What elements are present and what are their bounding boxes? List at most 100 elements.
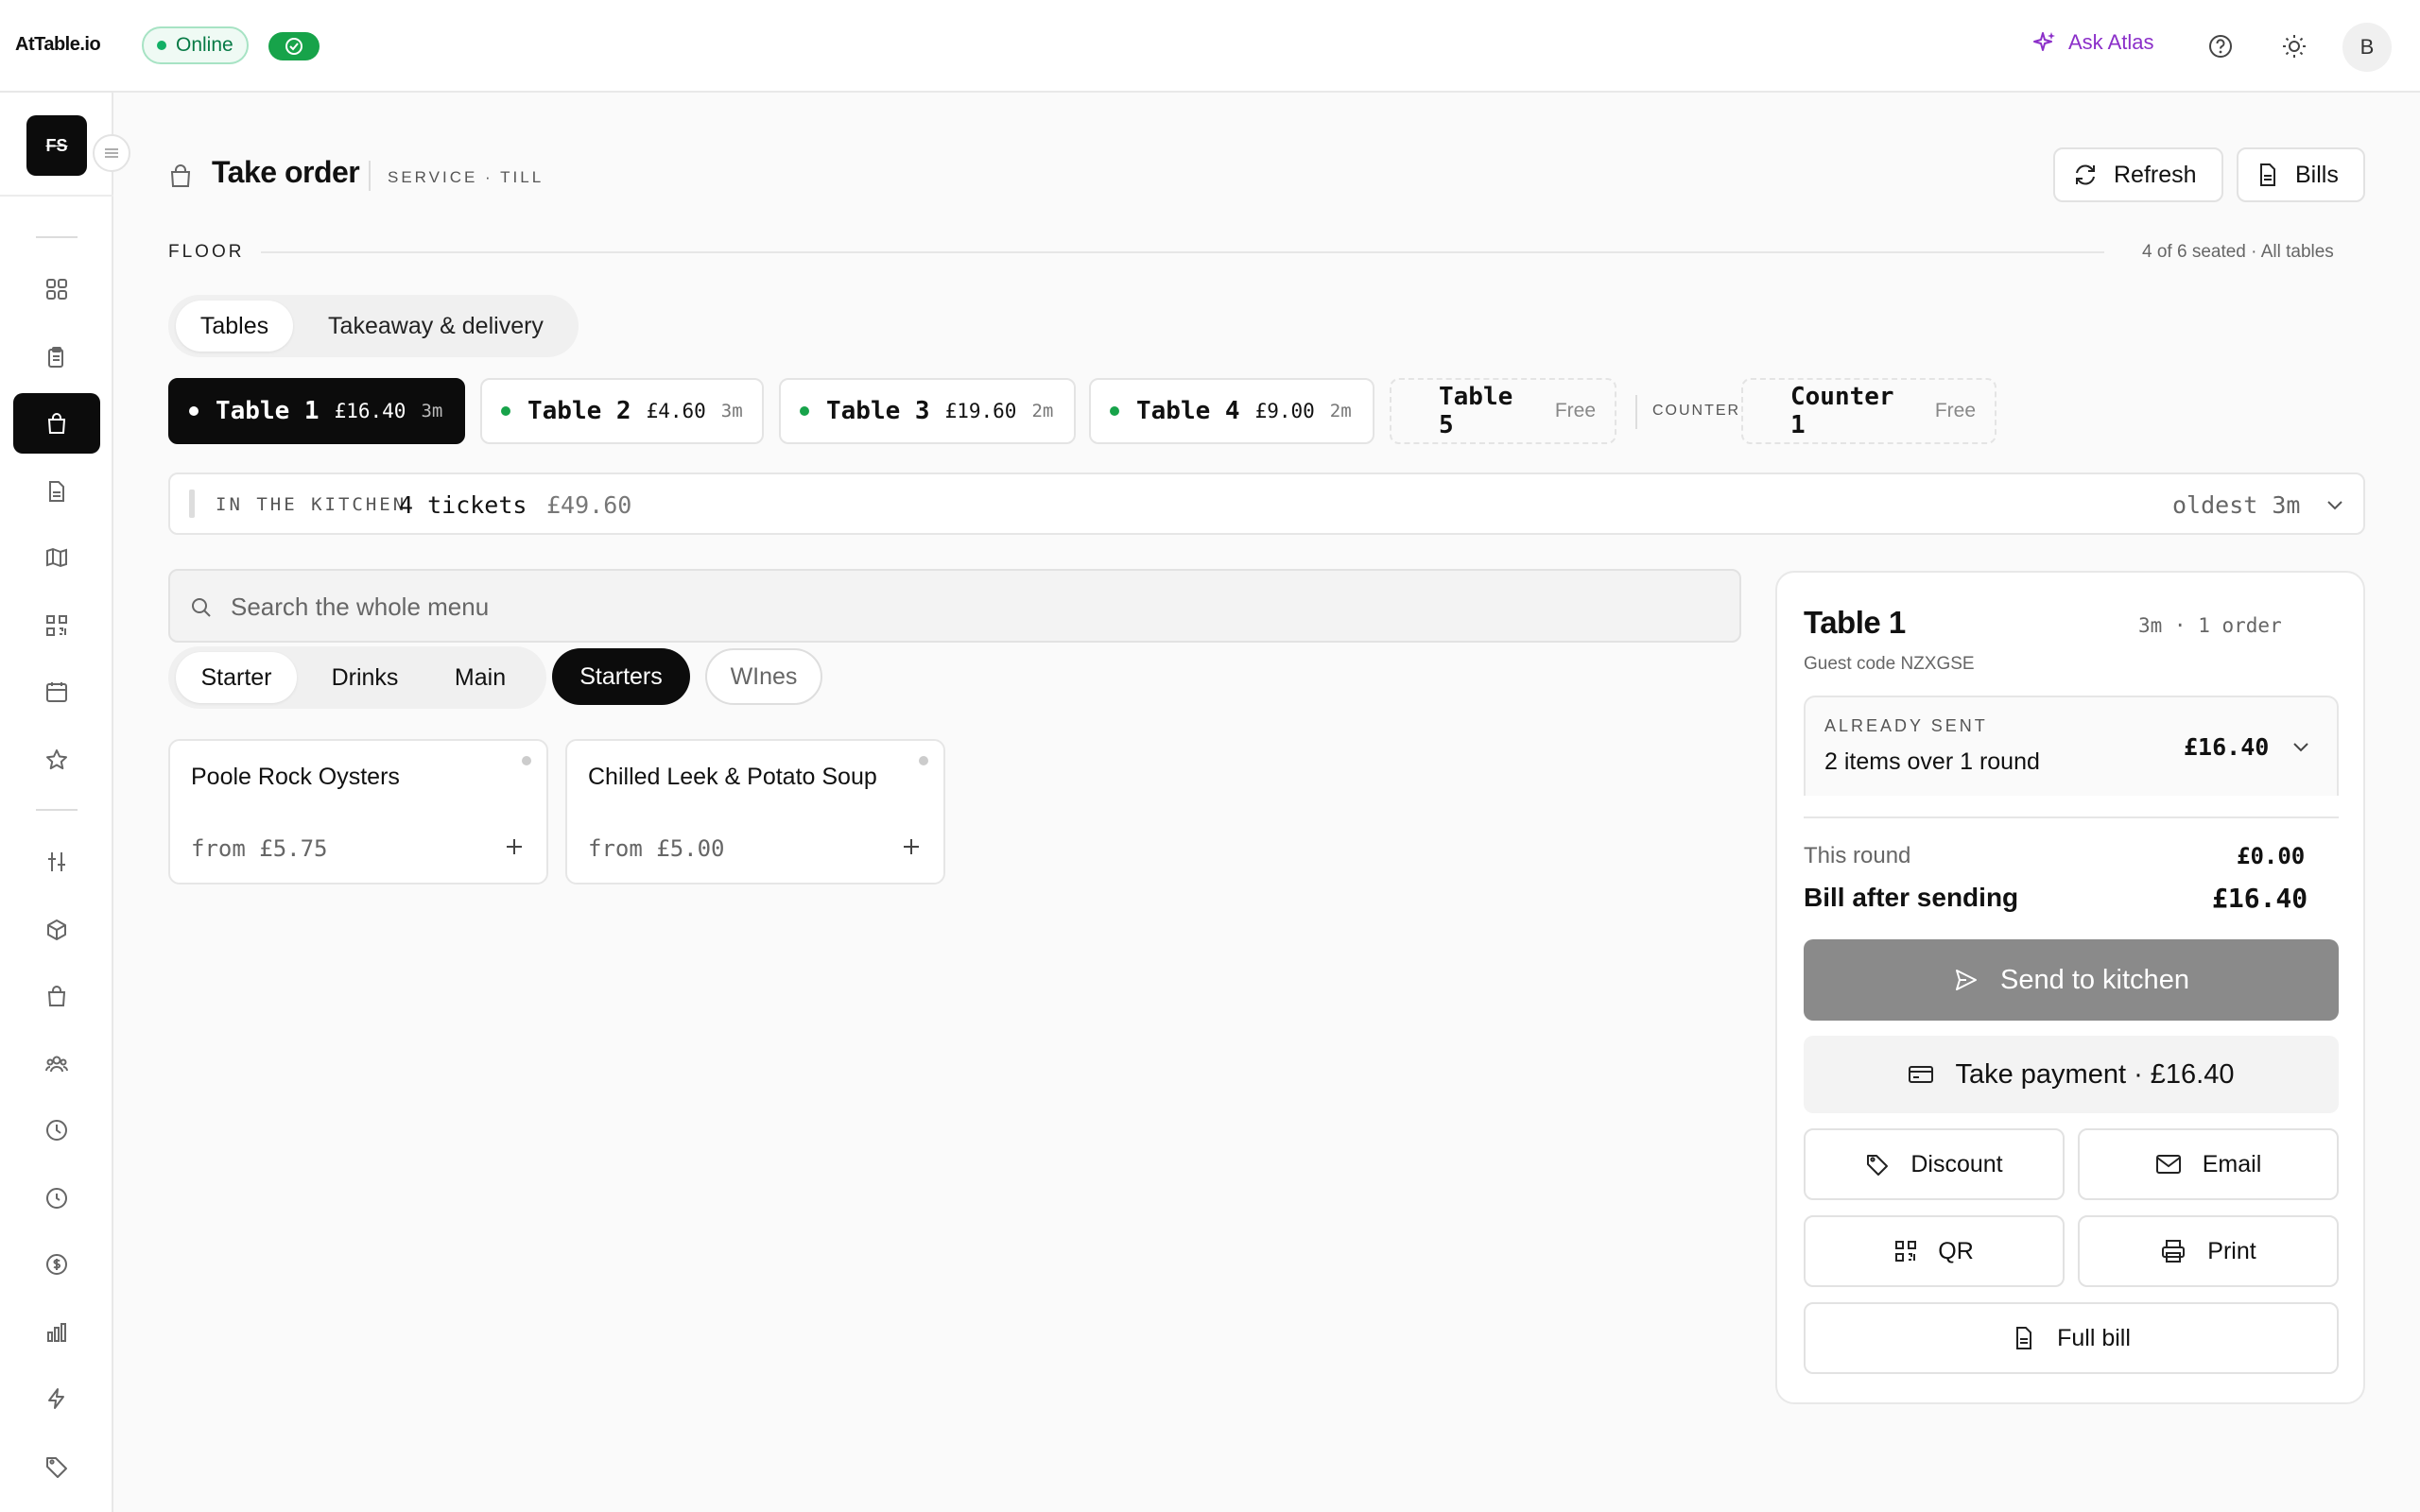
- bar-chart-icon: [47, 1323, 66, 1342]
- bill-after-label: Bill after sending: [1804, 883, 2019, 912]
- sidebar-item-shop[interactable]: [13, 966, 100, 1026]
- menu-search-input[interactable]: [231, 586, 1705, 627]
- table-chip-5[interactable]: Table 5 Free: [1390, 378, 1616, 444]
- sidebar-item-reviews[interactable]: [13, 730, 100, 790]
- discount-button[interactable]: Discount: [1804, 1128, 2065, 1200]
- plus-icon[interactable]: [503, 835, 526, 863]
- title-separator: [369, 161, 371, 191]
- counter-name: Counter 1: [1790, 383, 1894, 439]
- table-status-dot: [800, 406, 809, 416]
- counter-separator: [1635, 395, 1637, 429]
- full-bill-button[interactable]: Full bill: [1804, 1302, 2339, 1374]
- table-time: 3m: [720, 401, 743, 421]
- restaurant-brand-logo[interactable]: FS: [26, 115, 87, 176]
- tab-tables[interactable]: Tables: [176, 301, 293, 352]
- sidebar-item-qr-codes[interactable]: [13, 595, 100, 656]
- clipboard-icon: [48, 347, 63, 368]
- sidebar-item-floor-plan[interactable]: [13, 527, 100, 588]
- sparkles-icon: [2033, 32, 2055, 51]
- app-logo[interactable]: AtTable.io: [15, 34, 101, 56]
- table-name: Table 5: [1439, 383, 1513, 439]
- sidebar-item-inventory[interactable]: [13, 900, 100, 960]
- table-chip-1[interactable]: Table 1 £16.40 3m: [168, 378, 465, 444]
- email-button[interactable]: Email: [2078, 1128, 2339, 1200]
- sidebar-item-orders[interactable]: [13, 327, 100, 387]
- user-avatar[interactable]: B: [2342, 23, 2392, 72]
- category-tab-wines[interactable]: WInes: [705, 648, 822, 705]
- table-chip-3[interactable]: Table 3 £19.60 2m: [779, 378, 1076, 444]
- lightning-icon: [48, 1388, 64, 1409]
- floor-mode-tabs: Tables Takeaway & delivery: [168, 295, 579, 357]
- table-time: 2m: [1031, 401, 1054, 421]
- sidebar-divider: [36, 236, 78, 238]
- take-payment-button[interactable]: Take payment · £16.40: [1804, 1036, 2339, 1113]
- qr-button[interactable]: QR: [1804, 1215, 2065, 1287]
- menu-item-card[interactable]: Poole Rock Oysters from £5.75: [168, 739, 548, 885]
- refresh-icon: [2076, 164, 2095, 185]
- table-chip-4[interactable]: Table 4 £9.00 2m: [1089, 378, 1374, 444]
- sidebar-item-shifts[interactable]: [13, 1100, 100, 1160]
- qr-code-icon: [46, 615, 67, 636]
- clock-icon: [46, 1120, 67, 1141]
- plus-icon[interactable]: [900, 835, 923, 863]
- counter-chip-1[interactable]: Counter 1 Free: [1741, 378, 1996, 444]
- sidebar-item-promotions[interactable]: [13, 1436, 100, 1497]
- tab-takeaway-delivery[interactable]: Takeaway & delivery: [308, 301, 563, 352]
- table-time: 2m: [1329, 401, 1352, 421]
- tag-icon: [46, 1457, 67, 1478]
- category-tab-main[interactable]: Main: [437, 652, 524, 703]
- chevron-down-icon[interactable]: [2324, 493, 2346, 521]
- qr-label: QR: [1938, 1237, 1974, 1264]
- sidebar-item-settings[interactable]: [13, 832, 100, 892]
- sidebar-item-history[interactable]: [13, 1168, 100, 1228]
- theme-toggle-button[interactable]: [2280, 32, 2308, 65]
- refresh-button[interactable]: Refresh: [2053, 147, 2223, 202]
- kitchen-tickets-bar[interactable]: IN THE KITCHEN 4 tickets £49.60 oldest 3…: [168, 472, 2365, 535]
- dollar-icon: [46, 1254, 67, 1275]
- take-payment-label: Take payment · £16.40: [1955, 1058, 2235, 1090]
- menu-item-name: Poole Rock Oysters: [191, 764, 400, 790]
- already-sent-summary[interactable]: ALREADY SENT 2 items over 1 round £16.40: [1804, 696, 2339, 796]
- menu-search-box: [168, 569, 1741, 643]
- counter-section-label: COUNTER: [1652, 403, 1741, 419]
- sidebar-collapse-button[interactable]: [93, 134, 130, 172]
- table-status-dot: [501, 406, 510, 416]
- send-to-kitchen-label: Send to kitchen: [2000, 964, 2189, 995]
- chevron-down-icon: [2290, 735, 2312, 763]
- table-amount: £9.00: [1254, 400, 1315, 422]
- sidebar-item-bills[interactable]: [13, 461, 100, 522]
- counter-status: Free: [1934, 400, 1976, 421]
- sidebar-item-staff[interactable]: [13, 1034, 100, 1094]
- category-tab-starters[interactable]: Starters: [552, 648, 690, 705]
- menu-item-indicator: [919, 756, 928, 765]
- table-name: Table 3: [826, 397, 930, 425]
- sidebar-item-automations[interactable]: [13, 1368, 100, 1429]
- sidebar-item-reservations[interactable]: [13, 662, 100, 722]
- table-status-dot: [1110, 406, 1119, 416]
- ask-atlas-button[interactable]: Ask Atlas: [2032, 30, 2153, 55]
- sidebar-item-take-order[interactable]: [13, 393, 100, 454]
- menu-item-indicator: [522, 756, 531, 765]
- help-button[interactable]: [2206, 32, 2235, 65]
- menu-item-name: Chilled Leek & Potato Soup: [588, 764, 877, 790]
- category-tab-drinks[interactable]: Drinks: [312, 652, 418, 703]
- category-tab-starter[interactable]: Starter: [176, 652, 297, 703]
- grid-icon: [46, 279, 67, 300]
- print-label: Print: [2207, 1237, 2256, 1264]
- sync-status-toggle[interactable]: [268, 32, 320, 60]
- print-button[interactable]: Print: [2078, 1215, 2339, 1287]
- table-status-dot: [189, 406, 199, 416]
- sidebar-item-dashboard[interactable]: [13, 259, 100, 319]
- menu-item-card[interactable]: Chilled Leek & Potato Soup from £5.00: [565, 739, 945, 885]
- sidebar-item-reports[interactable]: [13, 1302, 100, 1363]
- floor-divider: [261, 251, 2104, 253]
- table-chip-2[interactable]: Table 2 £4.60 3m: [480, 378, 764, 444]
- send-to-kitchen-button[interactable]: Send to kitchen: [1804, 939, 2339, 1021]
- bills-button[interactable]: Bills: [2237, 147, 2365, 202]
- star-icon: [46, 749, 67, 770]
- kitchen-oldest: oldest 3m: [2172, 491, 2301, 519]
- page-title: Take order: [212, 155, 360, 189]
- sidebar-divider: [0, 195, 113, 197]
- top-bar: AtTable.io Online Ask Atlas B: [0, 0, 2420, 93]
- sidebar-item-payments[interactable]: [13, 1234, 100, 1295]
